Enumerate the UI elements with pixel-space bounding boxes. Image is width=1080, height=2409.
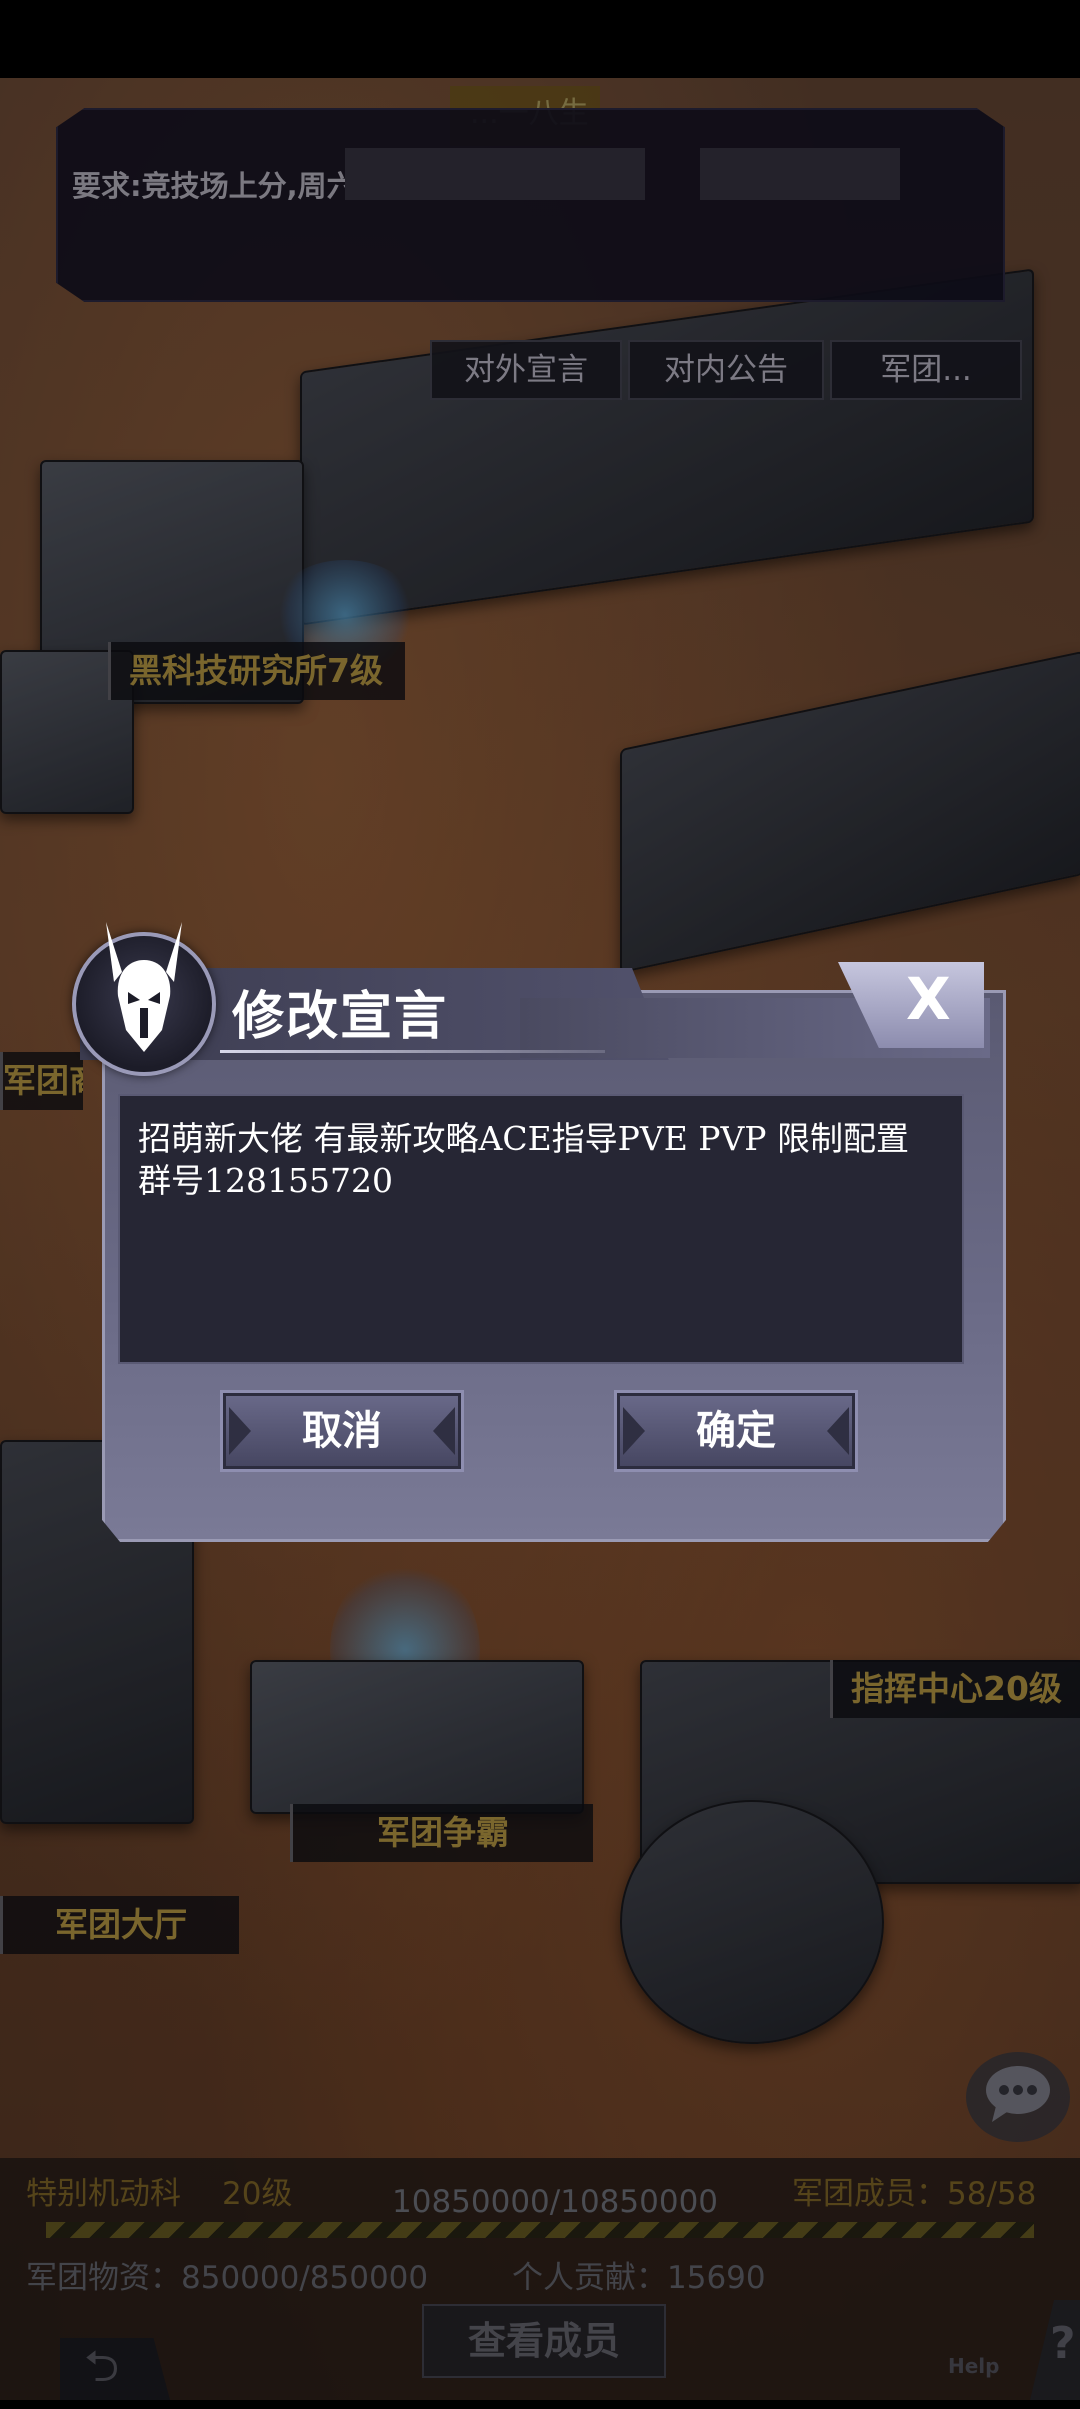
status-bar [0, 0, 1080, 78]
confirm-button[interactable]: 确定 [614, 1390, 858, 1472]
cancel-button[interactable]: 取消 [220, 1390, 464, 1472]
declaration-input[interactable]: 招萌新大佬 有最新攻略ACE指导PVE PVP 限制配置 群号128155720 [118, 1094, 964, 1364]
emblem-icon [72, 922, 216, 1076]
helmet-emblem-icon [106, 922, 182, 1052]
title-underline [220, 1050, 605, 1053]
close-icon[interactable]: X [906, 964, 951, 1034]
dialog-title: 修改宣言 [232, 987, 449, 1047]
